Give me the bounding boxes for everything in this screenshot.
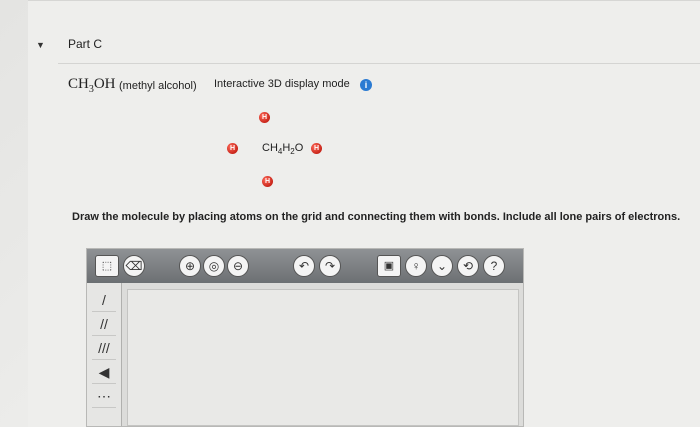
single-bond-icon[interactable]: / xyxy=(92,289,116,312)
undo-icon[interactable]: ↶ xyxy=(293,255,315,277)
info-tool-icon[interactable]: ♀ xyxy=(405,255,427,277)
collapse-triangle-icon[interactable]: ▼ xyxy=(36,40,45,50)
part-title[interactable]: Part C xyxy=(68,37,102,51)
zoom-out-icon[interactable]: ⊖ xyxy=(227,255,249,277)
hydrogen-atom-right: H xyxy=(311,143,322,154)
select-tool-icon[interactable]: ⬚ xyxy=(95,255,119,277)
top-divider xyxy=(28,0,700,1)
double-bond-icon[interactable]: // xyxy=(92,313,116,336)
structure-formula: CH4H2O xyxy=(262,142,304,157)
interactive-3d-mode-label[interactable]: Interactive 3D display mode xyxy=(214,78,350,90)
molecule-name: (methyl alcohol) xyxy=(119,80,197,92)
template-icon[interactable]: ▣ xyxy=(377,255,401,277)
zoom-fit-icon[interactable]: ◎ xyxy=(203,255,225,277)
hydrogen-atom-bottom: H xyxy=(262,176,273,187)
redo-icon[interactable]: ↷ xyxy=(319,255,341,277)
bond-tools-sidebar: / // /// ◀ ⋯ xyxy=(87,283,122,426)
eraser-icon[interactable]: ⌫ xyxy=(123,255,145,277)
molecule-editor: ⬚ ⌫ ⊕ ◎ ⊖ ↶ ↷ ▣ ♀ ⌄ ⟲ ? / // /// ◀ ⋯ xyxy=(86,248,524,427)
hydrogen-atom-left: H xyxy=(227,143,238,154)
drawing-canvas[interactable] xyxy=(127,289,519,426)
instructions-text: Draw the molecule by placing atoms on th… xyxy=(72,211,681,223)
hydrogen-atom-top: H xyxy=(259,112,270,123)
help-icon[interactable]: ? xyxy=(483,255,505,277)
editor-toolbar: ⬚ ⌫ ⊕ ◎ ⊖ ↶ ↷ ▣ ♀ ⌄ ⟲ ? xyxy=(87,249,523,283)
wedge-bond-icon[interactable]: ◀ xyxy=(92,361,116,384)
zoom-in-icon[interactable]: ⊕ xyxy=(179,255,201,277)
triple-bond-icon[interactable]: /// xyxy=(92,337,116,360)
more-chevron-icon[interactable]: ⌄ xyxy=(431,255,453,277)
info-icon[interactable]: i xyxy=(360,79,372,91)
reset-icon[interactable]: ⟲ xyxy=(457,255,479,277)
part-divider xyxy=(58,63,700,64)
dash-bond-icon[interactable]: ⋯ xyxy=(92,385,116,408)
molecule-formula: CH3OH xyxy=(68,76,116,95)
